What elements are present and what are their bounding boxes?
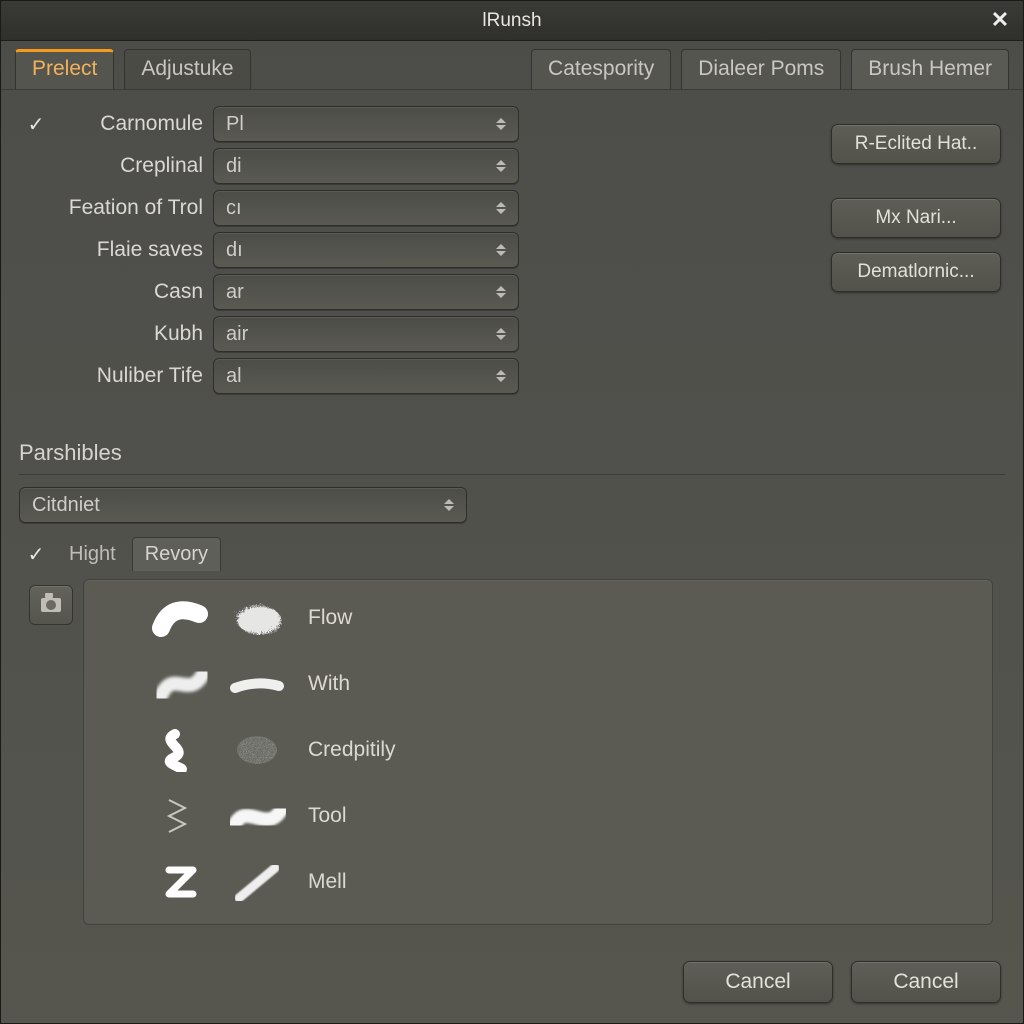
brush-swatch-solid-curve-icon[interactable]	[150, 593, 212, 643]
combo-creplinal[interactable]: di	[213, 148, 519, 184]
check-icon[interactable]: ✓	[28, 112, 45, 137]
tab-prelect[interactable]: Prelect	[15, 49, 114, 89]
row-kubh: Kubh air	[19, 316, 519, 352]
brush-panel: Flow With	[83, 579, 993, 925]
camera-icon	[41, 598, 61, 612]
row-casn: Casn ar	[19, 274, 519, 310]
check-icon[interactable]: ✓	[28, 542, 45, 567]
row-flaie: Flaie saves dı	[19, 232, 519, 268]
brush-label: Credpitily	[308, 738, 396, 762]
brush-swatch-soft-s-icon[interactable]	[150, 659, 212, 709]
label-casn: Casn	[53, 280, 213, 304]
combo-value: Pl	[226, 113, 244, 136]
row-feation: Feation of Trol cı	[19, 190, 519, 226]
label-carnomule: Carnomule	[53, 112, 213, 136]
sub-tabs: ✓ Hight Revory	[19, 537, 1005, 571]
subtab-hight[interactable]: Hight	[57, 538, 128, 571]
combo-feation[interactable]: cı	[213, 190, 519, 226]
combo-value: air	[226, 323, 248, 346]
btn-r-eclited-hat[interactable]: R-Eclited Hat..	[831, 124, 1001, 164]
brush-label: Tool	[308, 804, 347, 828]
chevron-updown-icon	[494, 240, 508, 260]
window-title: lRunsh	[482, 10, 541, 32]
close-icon[interactable]: ✕	[987, 7, 1013, 33]
combo-value: al	[226, 365, 242, 388]
brush-label: Mell	[308, 870, 347, 894]
titlebar: lRunsh ✕	[1, 1, 1023, 41]
label-nuliber: Nuliber Tife	[53, 364, 213, 388]
camera-button[interactable]	[29, 585, 73, 625]
chevron-updown-icon	[494, 114, 508, 134]
brush-row-tool[interactable]: Tool	[150, 788, 396, 844]
side-button-column: R-Eclited Hat.. Mx Nari... Dematlornic..…	[519, 106, 1005, 400]
combo-flaie[interactable]: dı	[213, 232, 519, 268]
dialog-footer: Cancel Cancel	[1, 951, 1023, 1023]
tab-adjustuke[interactable]: Adjustuke	[124, 49, 250, 89]
tab-bar: Prelect Adjustuke Catespority Dialeer Po…	[1, 41, 1023, 90]
brush-label: With	[308, 672, 350, 696]
chevron-updown-icon	[494, 282, 508, 302]
section-title-parshibles: Parshibles	[19, 440, 1005, 470]
combo-kubh[interactable]: air	[213, 316, 519, 352]
brush-label: Flow	[308, 606, 352, 630]
cancel-button-2[interactable]: Cancel	[851, 961, 1001, 1003]
dialog-window: lRunsh ✕ Prelect Adjustuke Catespority D…	[0, 0, 1024, 1024]
label-feation: Feation of Trol	[53, 196, 213, 220]
row-nuliber: Nuliber Tife al	[19, 358, 519, 394]
combo-value: Citdniet	[32, 494, 100, 517]
tab-dialeer-poms[interactable]: Dialeer Poms	[681, 49, 841, 89]
brush-row-with[interactable]: With	[150, 656, 396, 712]
btn-dematlornic[interactable]: Dematlornic...	[831, 252, 1001, 292]
cancel-button[interactable]: Cancel	[683, 961, 833, 1003]
brush-grid: Flow With	[150, 590, 396, 910]
chevron-updown-icon	[442, 495, 456, 515]
brush-row-flow[interactable]: Flow	[150, 590, 396, 646]
label-flaie: Flaie saves	[53, 238, 213, 262]
brush-row-credpitily[interactable]: Credpitily	[150, 722, 396, 778]
tab-brush-hemer[interactable]: Brush Hemer	[851, 49, 1009, 89]
chevron-updown-icon	[494, 324, 508, 344]
subtab-revory[interactable]: Revory	[132, 537, 221, 571]
content-area: ✓ Carnomule Pl Creplinal di	[1, 90, 1023, 951]
combo-citdniet[interactable]: Citdniet	[19, 487, 467, 523]
tab-catespority[interactable]: Catespority	[531, 49, 671, 89]
chevron-updown-icon	[494, 156, 508, 176]
form-column: ✓ Carnomule Pl Creplinal di	[19, 106, 519, 400]
combo-nuliber[interactable]: al	[213, 358, 519, 394]
brush-swatch-zigzag-thin-icon[interactable]	[150, 791, 212, 841]
label-kubh: Kubh	[53, 322, 213, 346]
brush-swatch-diagonal-icon[interactable]	[226, 857, 288, 907]
brush-swatch-squiggle-icon[interactable]	[150, 725, 212, 775]
row-creplinal: Creplinal di	[19, 148, 519, 184]
chevron-updown-icon	[494, 198, 508, 218]
brush-swatch-grain-icon[interactable]	[226, 725, 288, 775]
brush-swatch-z-letter-icon[interactable]	[150, 857, 212, 907]
brush-swatch-spray-icon[interactable]	[226, 593, 288, 643]
combo-value: dı	[226, 239, 243, 262]
brush-swatch-soft-wave-icon[interactable]	[226, 791, 288, 841]
row-carnomule: ✓ Carnomule Pl	[19, 106, 519, 142]
btn-mx-nari[interactable]: Mx Nari...	[831, 198, 1001, 238]
combo-value: ar	[226, 281, 244, 304]
chevron-updown-icon	[494, 366, 508, 386]
label-creplinal: Creplinal	[53, 154, 213, 178]
combo-carnomule[interactable]: Pl	[213, 106, 519, 142]
brush-swatch-dash-icon[interactable]	[226, 659, 288, 709]
combo-casn[interactable]: ar	[213, 274, 519, 310]
combo-value: cı	[226, 197, 242, 220]
upper-row: ✓ Carnomule Pl Creplinal di	[19, 106, 1005, 400]
brush-row-mell[interactable]: Mell	[150, 854, 396, 910]
combo-value: di	[226, 155, 242, 178]
divider	[19, 474, 1005, 475]
